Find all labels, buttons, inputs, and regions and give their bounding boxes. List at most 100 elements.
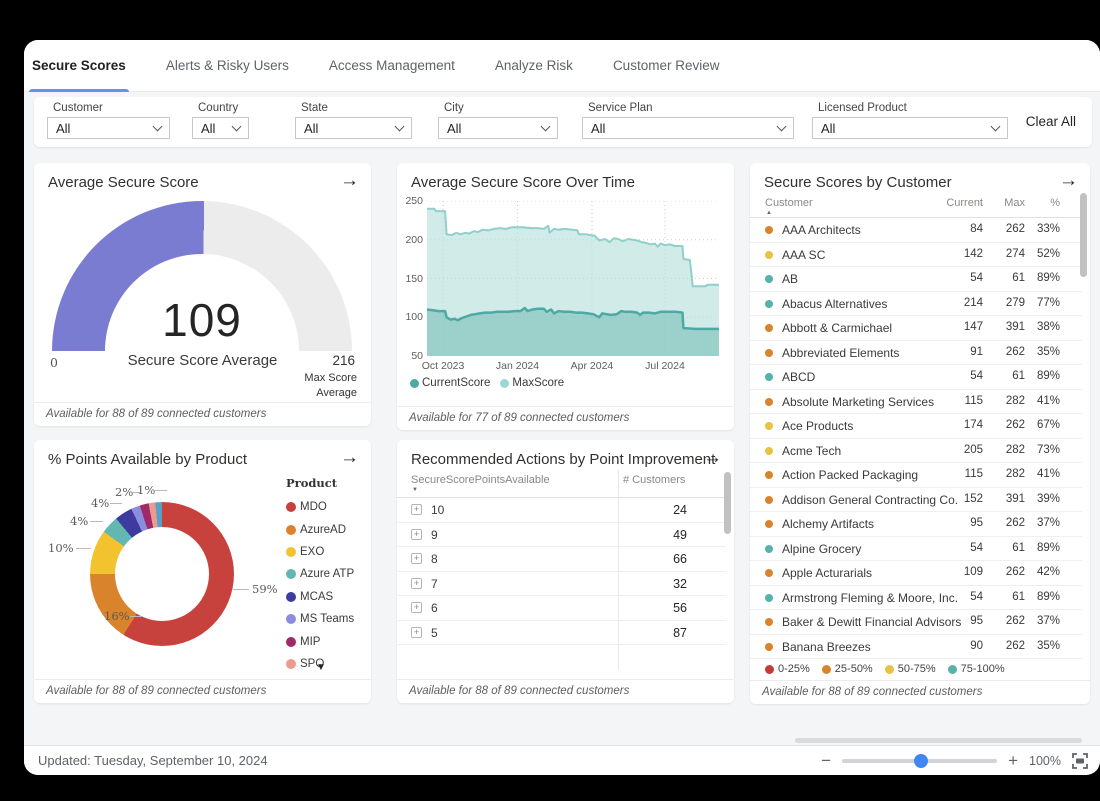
table-row[interactable]: Addison General Contracting Co. 152 391 … xyxy=(750,488,1082,513)
table-row[interactable]: Alpine Grocery 54 61 89% xyxy=(750,537,1082,562)
donut-label: 59% xyxy=(252,582,278,596)
filter-city-dropdown[interactable]: All xyxy=(438,117,558,139)
zoom-in-button[interactable]: + xyxy=(1008,752,1018,769)
customer-name: Abacus Alternatives xyxy=(782,297,887,311)
zoom-out-button[interactable]: − xyxy=(821,752,831,769)
filter-value: All xyxy=(821,121,835,136)
expand-row-icon[interactable]: + xyxy=(411,553,422,564)
table-row[interactable]: AAA Architects 84 262 33% xyxy=(750,218,1082,243)
table-row[interactable]: + 6 56 xyxy=(397,596,726,621)
max-score-value: 282 xyxy=(988,395,1025,407)
legend-item[interactable]: EXO xyxy=(286,541,354,563)
report-tab[interactable]: Analyze Risk xyxy=(495,40,573,92)
column-header-max[interactable]: Max xyxy=(988,197,1025,209)
legend-item[interactable]: 0-25% xyxy=(765,663,810,675)
table-row[interactable]: AAA SC 142 274 52% xyxy=(750,243,1082,268)
filter-label: Licensed Product xyxy=(812,102,1008,114)
table-row[interactable]: Baker & Dewitt Financial Advisors 95 262… xyxy=(750,610,1082,635)
filter-licensed-product-dropdown[interactable]: All xyxy=(812,117,1008,139)
table-row[interactable]: Alchemy Artifacts 95 262 37% xyxy=(750,512,1082,537)
legend-item[interactable]: MDO xyxy=(286,496,354,518)
report-tab[interactable]: Alerts & Risky Users xyxy=(166,40,289,92)
current-score-value: 90 xyxy=(910,640,983,652)
legend-item[interactable]: MCAS xyxy=(286,586,354,608)
table-row[interactable]: ABCD 54 61 89% xyxy=(750,365,1082,390)
expand-row-icon[interactable]: + xyxy=(411,529,422,540)
filter-label: Service Plan xyxy=(582,102,794,114)
percent-value: 73% xyxy=(1028,444,1060,456)
filter-bar: Customer All Country All State All City … xyxy=(34,97,1092,147)
table-row[interactable]: Banana Breezes 90 262 35% xyxy=(750,635,1082,660)
max-score-value: 61 xyxy=(988,370,1025,382)
column-header-customers[interactable]: # Customers xyxy=(623,474,685,486)
legend-item[interactable]: MIP xyxy=(286,630,354,652)
report-tab[interactable]: Secure Scores xyxy=(32,40,126,92)
score-bucket-dot xyxy=(765,324,773,332)
expand-row-icon[interactable]: + xyxy=(411,602,422,613)
customer-name: Alchemy Artifacts xyxy=(782,517,874,531)
table-row[interactable]: Abacus Alternatives 214 279 77% xyxy=(750,292,1082,317)
table-row[interactable]: Abbott & Carmichael 147 391 38% xyxy=(750,316,1082,341)
drill-through-arrow-icon[interactable]: → xyxy=(340,447,359,469)
filter-state-dropdown[interactable]: All xyxy=(295,117,412,139)
legend-item[interactable]: AzureAD xyxy=(286,518,354,540)
percent-value: 67% xyxy=(1028,419,1060,431)
table-row[interactable]: Abbreviated Elements 91 262 35% xyxy=(750,341,1082,366)
card-title: Secure Scores by Customer xyxy=(764,174,952,191)
table-row[interactable]: + 10 24 xyxy=(397,498,726,523)
legend-item[interactable]: Azure ATP xyxy=(286,563,354,585)
fit-to-page-icon[interactable] xyxy=(1072,753,1088,769)
horizontal-scrollbar[interactable] xyxy=(795,738,1082,743)
percent-value: 33% xyxy=(1028,223,1060,235)
legend-dot xyxy=(286,614,296,624)
gauge-value-label: Secure Score Average xyxy=(34,352,371,369)
sort-descending-icon: ▼ xyxy=(412,487,418,493)
customer-count-value: 56 xyxy=(607,601,687,615)
table-row[interactable]: + 7 32 xyxy=(397,572,726,597)
table-row[interactable]: Ace Products 174 262 67% xyxy=(750,414,1082,439)
table-row[interactable]: + 9 49 xyxy=(397,523,726,548)
legend-scroll-down-icon[interactable]: ▼ xyxy=(316,662,326,673)
expand-row-icon[interactable]: + xyxy=(411,627,422,638)
filter-service-plan-dropdown[interactable]: All xyxy=(582,117,794,139)
table-row[interactable]: Apple Acturarials 109 262 42% xyxy=(750,561,1082,586)
table-row[interactable]: Action Packed Packaging 115 282 41% xyxy=(750,463,1082,488)
legend-item[interactable]: 50-75% xyxy=(885,663,936,675)
vertical-scrollbar[interactable] xyxy=(1080,193,1087,277)
column-header-percent[interactable]: % xyxy=(1028,197,1060,209)
column-header-customer[interactable]: Customer xyxy=(765,197,813,209)
report-tab[interactable]: Customer Review xyxy=(613,40,720,92)
legend-item[interactable]: 75-100% xyxy=(948,663,1005,675)
legend-item[interactable]: MaxScore xyxy=(500,377,564,389)
area-chart[interactable] xyxy=(427,201,719,356)
drill-through-arrow-icon[interactable]: → xyxy=(340,170,359,192)
customer-count-value: 24 xyxy=(607,503,687,517)
column-header-points[interactable]: SecureScorePointsAvailable xyxy=(411,474,550,486)
table-row[interactable]: Acme Tech 205 282 73% xyxy=(750,439,1082,464)
drill-through-arrow-icon[interactable]: → xyxy=(1059,170,1078,192)
vertical-scrollbar[interactable] xyxy=(724,472,731,534)
percent-value: 89% xyxy=(1028,370,1060,382)
current-score-value: 142 xyxy=(910,248,983,260)
donut-chart[interactable] xyxy=(90,502,234,646)
table-row[interactable]: Absolute Marketing Services 115 282 41% xyxy=(750,390,1082,415)
table-row[interactable]: + 5 87 xyxy=(397,621,726,646)
table-row[interactable]: AB 54 61 89% xyxy=(750,267,1082,292)
table-row[interactable]: Armstrong Fleming & Moore, Inc. 54 61 89… xyxy=(750,586,1082,611)
legend-item[interactable]: CurrentScore xyxy=(410,377,490,389)
legend-item[interactable]: 25-50% xyxy=(822,663,873,675)
legend-item[interactable]: MS Teams xyxy=(286,608,354,630)
filter-customer-dropdown[interactable]: All xyxy=(47,117,170,139)
expand-row-icon[interactable]: + xyxy=(411,578,422,589)
drill-through-arrow-icon[interactable]: → xyxy=(703,447,722,469)
filter-country-dropdown[interactable]: All xyxy=(192,117,249,139)
table-row[interactable]: + 8 66 xyxy=(397,547,726,572)
zoom-slider-thumb[interactable] xyxy=(914,754,928,768)
report-tab[interactable]: Access Management xyxy=(329,40,455,92)
expand-row-icon[interactable]: + xyxy=(411,504,422,515)
zoom-slider[interactable] xyxy=(842,759,997,763)
column-header-current[interactable]: Current xyxy=(910,197,983,209)
filter-value: All xyxy=(447,121,461,136)
clear-all-filters-button[interactable]: Clear All xyxy=(1026,114,1076,129)
score-bucket-dot xyxy=(765,373,773,381)
